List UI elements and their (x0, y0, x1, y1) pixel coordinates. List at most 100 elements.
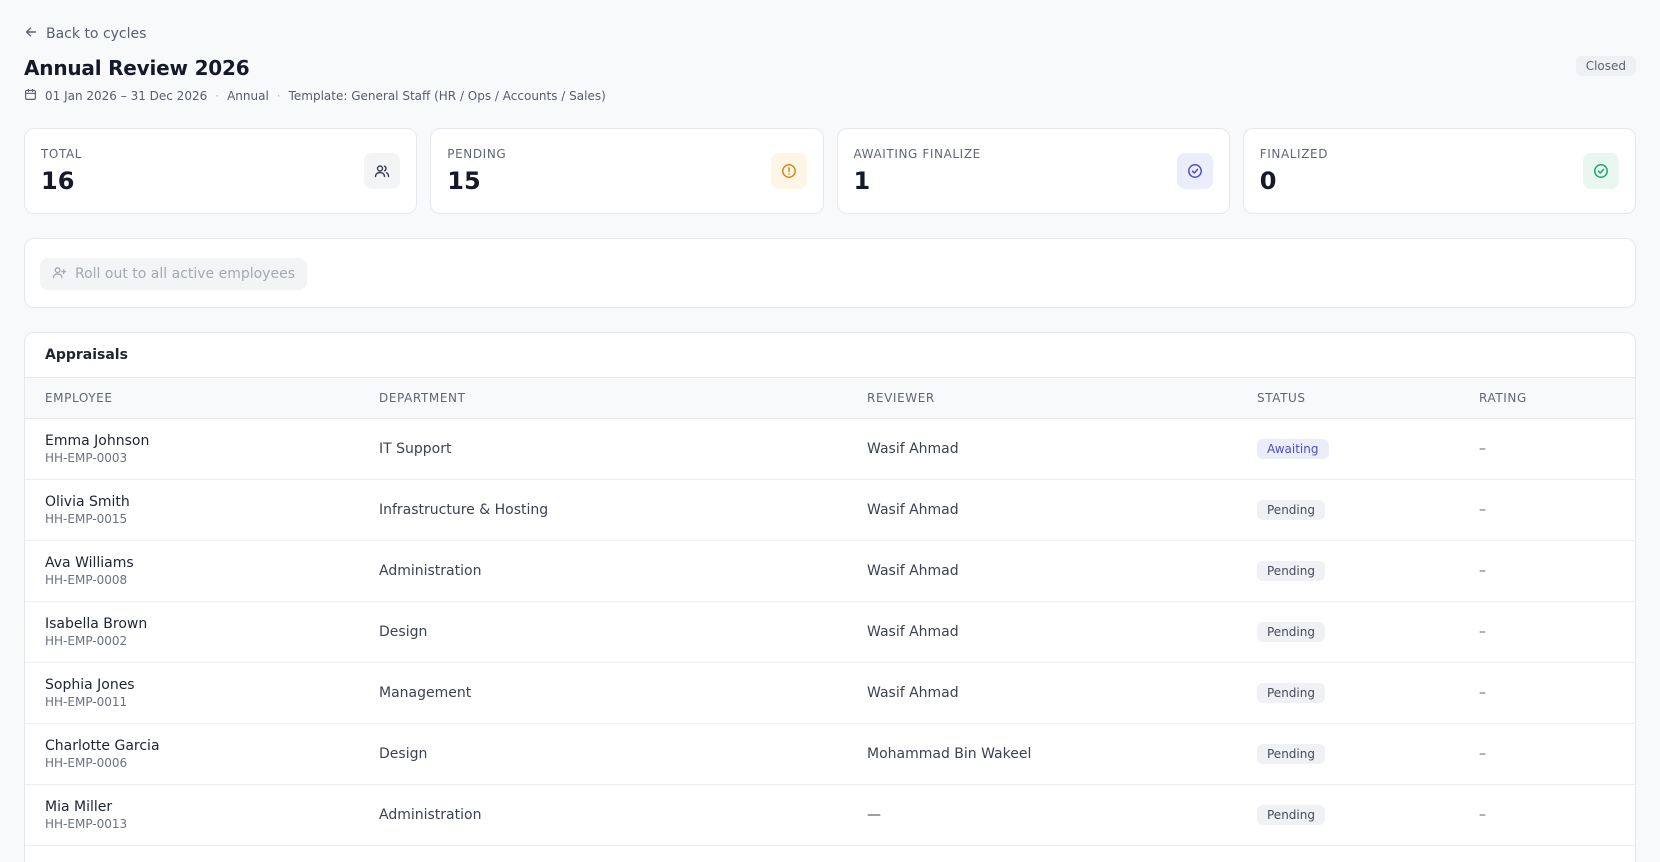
status-cell: Pending (1257, 622, 1479, 642)
stat-value: 1 (853, 167, 871, 195)
table-title: Appraisals (25, 333, 1635, 378)
department-cell: Infrastructure & Hosting (379, 502, 549, 518)
rollout-button[interactable]: Roll out to all active employees (40, 258, 307, 290)
employee-id: HH-EMP-0002 (45, 634, 128, 648)
employee-name[interactable]: Sophia Jones (45, 677, 379, 693)
arrow-left-icon (24, 25, 38, 43)
status-cell: Pending (1257, 683, 1479, 703)
employee-name[interactable]: Olivia Smith (45, 494, 379, 510)
status-badge: Pending (1257, 500, 1325, 520)
reviewer-cell: Wasif Ahmad (867, 685, 959, 701)
rating-cell: – (1479, 624, 1486, 640)
rollout-button-label: Roll out to all active employees (75, 266, 295, 282)
rating-cell: – (1479, 807, 1486, 823)
stat-label: TOTAL (41, 147, 83, 161)
stat-value: 15 (447, 167, 481, 195)
meta-separator: · (276, 89, 281, 103)
meta-separator: · (215, 89, 220, 103)
rollout-panel: Roll out to all active employees (24, 238, 1636, 308)
status-badge: Pending (1257, 744, 1325, 764)
check-circle-icon (1176, 153, 1213, 189)
stat-label: AWAITING FINALIZE (853, 147, 981, 161)
employee-cell: Charlotte Garcia HH-EMP-0006 (25, 738, 379, 770)
table-row[interactable]: Charlotte Garcia HH-EMP-0006 Design Mohamma… (25, 724, 1635, 785)
column-header-employee: EMPLOYEE (45, 391, 113, 405)
page-title: Annual Review 2026 (24, 56, 250, 80)
table-row[interactable]: Mia Miller HH-EMP-0013 Administration — Pend… (25, 785, 1635, 846)
stat-card-pending: PENDING 15 (430, 128, 824, 214)
back-to-cycles-link[interactable]: Back to cycles (24, 26, 146, 42)
employee-name[interactable]: Isabella Brown (45, 616, 379, 632)
reviewer-cell: Wasif Ahmad (867, 502, 959, 518)
employee-cell: Ava Williams HH-EMP-0008 (25, 555, 379, 587)
reviewer-cell: — (867, 807, 881, 823)
table-header: EMPLOYEE DEPARTMENT REVIEWER STATUS RATI… (25, 378, 1635, 419)
stat-label: FINALIZED (1259, 147, 1329, 161)
stat-value: 0 (1259, 167, 1277, 195)
rating-cell: – (1479, 746, 1486, 762)
status-badge: Pending (1257, 561, 1325, 581)
alert-circle-icon (770, 153, 807, 189)
cycle-meta: 01 Jan 2026 – 31 Dec 2026 · Annual · Tem… (24, 88, 606, 104)
department-cell: Design (379, 624, 428, 640)
reviewer-cell: Wasif Ahmad (867, 563, 959, 579)
employee-name[interactable]: Emma Johnson (45, 433, 379, 449)
status-badge: Pending (1257, 683, 1325, 703)
cycle-status-badge: Closed (1575, 56, 1636, 76)
stat-card-total: TOTAL 16 (24, 128, 418, 214)
rating-cell: – (1479, 685, 1486, 701)
employee-id: HH-EMP-0013 (45, 817, 128, 831)
department-cell: Administration (379, 807, 482, 823)
rating-cell: – (1479, 502, 1486, 518)
employee-cell: Olivia Smith HH-EMP-0015 (25, 494, 379, 526)
status-badge: Awaiting (1257, 439, 1329, 459)
users-icon (364, 153, 401, 189)
table-row[interactable]: Ava Williams HH-EMP-0008 Administration Was… (25, 541, 1635, 602)
employee-cell: Mia Miller HH-EMP-0013 (25, 799, 379, 831)
appraisals-table: Appraisals EMPLOYEE DEPARTMENT REVIEWER … (24, 332, 1636, 862)
table-row[interactable]: Olivia Smith HH-EMP-0015 Infrastructure & … (25, 480, 1635, 541)
employee-name[interactable]: Mia Miller (45, 799, 379, 815)
employee-name[interactable]: Charlotte Garcia (45, 738, 379, 754)
department-cell: Administration (379, 563, 482, 579)
status-cell: Awaiting (1257, 439, 1479, 459)
status-cell: Pending (1257, 744, 1479, 764)
reviewer-cell: Mohammad Bin Wakeel (867, 746, 1032, 762)
status-badge: Pending (1257, 622, 1325, 642)
rating-cell: – (1479, 563, 1486, 579)
employee-id: HH-EMP-0003 (45, 451, 128, 465)
employee-cell: Isabella Brown HH-EMP-0002 (25, 616, 379, 648)
column-header-status: STATUS (1257, 391, 1306, 405)
stat-card-awaiting-finalize: AWAITING FINALIZE 1 (836, 128, 1230, 214)
table-body: Emma Johnson HH-EMP-0003 IT Support Wasif A… (25, 419, 1635, 846)
table-row[interactable]: Isabella Brown HH-EMP-0002 Design Wasif Ahm… (25, 602, 1635, 663)
employee-name[interactable]: Ava Williams (45, 555, 379, 571)
user-plus-icon (52, 265, 67, 284)
employee-id: HH-EMP-0015 (45, 512, 128, 526)
status-cell: Pending (1257, 561, 1479, 581)
table-row[interactable]: Emma Johnson HH-EMP-0003 IT Support Wasif A… (25, 419, 1635, 480)
column-header-reviewer: REVIEWER (867, 391, 935, 405)
stat-value: 16 (41, 167, 75, 195)
stat-label: PENDING (447, 147, 507, 161)
employee-id: HH-EMP-0008 (45, 573, 128, 587)
cycle-template: Template: General Staff (HR / Ops / Acco… (288, 89, 606, 103)
status-badge: Pending (1257, 805, 1325, 825)
rating-cell: – (1479, 441, 1486, 457)
calendar-icon (24, 88, 37, 104)
back-link-label: Back to cycles (46, 26, 147, 42)
reviewer-cell: Wasif Ahmad (867, 624, 959, 640)
employee-cell: Sophia Jones HH-EMP-0011 (25, 677, 379, 709)
employee-id: HH-EMP-0006 (45, 756, 128, 770)
stat-card-finalized: FINALIZED 0 (1242, 128, 1636, 214)
table-row[interactable]: Sophia Jones HH-EMP-0011 Management Wasif A… (25, 663, 1635, 724)
cycle-date-range: 01 Jan 2026 – 31 Dec 2026 (45, 89, 208, 103)
cycle-frequency: Annual (227, 89, 269, 103)
department-cell: Management (379, 685, 472, 701)
employee-id: HH-EMP-0011 (45, 695, 128, 709)
employee-cell: Emma Johnson HH-EMP-0003 (25, 433, 379, 465)
column-header-rating: RATING (1479, 391, 1527, 405)
department-cell: Design (379, 746, 428, 762)
check-circle-icon (1583, 153, 1619, 189)
reviewer-cell: Wasif Ahmad (867, 441, 959, 457)
